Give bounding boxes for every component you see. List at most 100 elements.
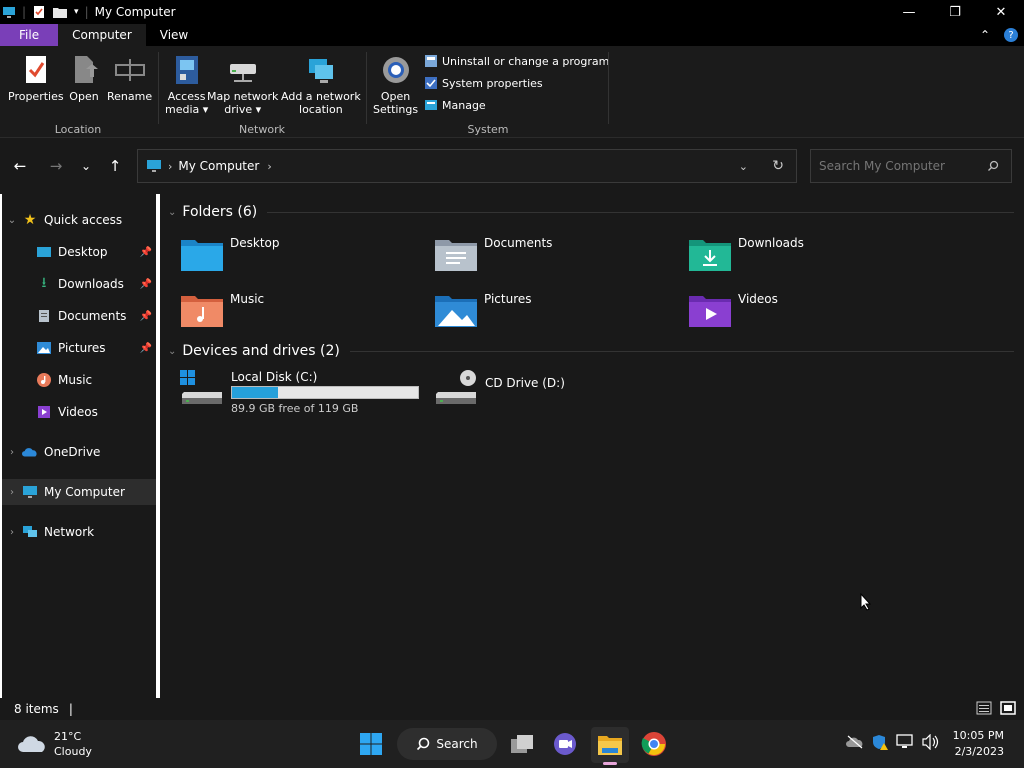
folder-videos[interactable]: Videos xyxy=(688,292,778,328)
sidebar-item-label: Music xyxy=(58,373,93,387)
expand-chevron-icon[interactable]: ⌄ xyxy=(2,215,22,226)
properties-label: Properties xyxy=(8,90,64,103)
file-explorer-taskbar-button[interactable] xyxy=(591,727,629,765)
folder-pictures[interactable]: Pictures xyxy=(434,292,532,328)
computer-icon xyxy=(3,7,15,18)
folder-documents[interactable]: Documents xyxy=(434,236,552,272)
map-network-drive-button[interactable]: Map network drive ▾ xyxy=(207,54,278,116)
forward-arrow-icon[interactable]: → xyxy=(46,156,66,176)
chrome-button[interactable] xyxy=(641,727,667,761)
search-box[interactable] xyxy=(810,149,1012,183)
network-status-icon[interactable] xyxy=(896,734,914,753)
music-folder-icon xyxy=(181,296,223,327)
minimize-button[interactable]: — xyxy=(886,0,932,24)
breadcrumb-my-computer[interactable]: My Computer xyxy=(178,159,259,173)
cloud-offline-icon[interactable] xyxy=(846,735,864,752)
add-location-label: Add a network xyxy=(281,90,361,103)
task-view-button[interactable] xyxy=(510,727,534,761)
star-icon: ★ xyxy=(23,212,37,228)
add-network-location-button[interactable]: Add a network location xyxy=(281,54,361,116)
drive-label: CD Drive (D:) xyxy=(485,376,565,390)
location-group: Properties Open Rename Location xyxy=(0,46,156,138)
pictures-icon xyxy=(36,340,52,356)
access-media-icon xyxy=(175,56,198,84)
divider xyxy=(267,211,1014,213)
details-view-icon[interactable] xyxy=(976,701,992,718)
help-icon[interactable]: ? xyxy=(1004,28,1018,42)
breadcrumb-chevron-icon[interactable]: › xyxy=(267,160,271,173)
rename-icon xyxy=(114,59,145,81)
sidebar-item-pictures[interactable]: Pictures 📌 xyxy=(2,335,156,361)
map-drive-label: Map network xyxy=(207,90,279,103)
manage-button[interactable]: Manage xyxy=(424,98,486,112)
expand-chevron-icon[interactable]: › xyxy=(2,527,22,538)
large-icons-view-icon[interactable] xyxy=(1000,701,1016,718)
drives-group-header[interactable]: ⌄ Devices and drives (2) xyxy=(168,343,1014,359)
security-warning-icon[interactable] xyxy=(872,734,888,753)
uninstall-program-button[interactable]: Uninstall or change a program xyxy=(424,54,609,68)
sidebar-item-quick-access[interactable]: ⌄ ★ Quick access xyxy=(2,207,156,233)
folder-downloads[interactable]: Downloads xyxy=(688,236,804,272)
sidebar-item-label: Videos xyxy=(58,405,98,419)
collapse-chevron-icon[interactable]: ⌄ xyxy=(168,207,176,218)
weather-widget[interactable]: 21°C Cloudy xyxy=(18,729,92,759)
documents-folder-icon xyxy=(435,240,477,271)
properties-icon xyxy=(25,56,46,83)
rename-label: Rename xyxy=(107,90,153,103)
expand-chevron-icon[interactable]: › xyxy=(2,487,22,498)
collapse-ribbon-icon[interactable]: ⌃ xyxy=(980,28,990,42)
address-bar[interactable]: › My Computer › ⌄ ↻ xyxy=(137,149,797,183)
taskbar-search-button[interactable]: Search xyxy=(397,728,497,760)
collapse-chevron-icon[interactable]: ⌄ xyxy=(168,346,176,357)
tab-file[interactable]: File xyxy=(0,24,59,46)
folders-group-header[interactable]: ⌄ Folders (6) xyxy=(168,204,1014,220)
new-folder-icon[interactable] xyxy=(52,5,68,19)
pin-icon: 📌 xyxy=(139,246,152,258)
sidebar-item-documents[interactable]: Documents 📌 xyxy=(2,303,156,329)
customize-toolbar-icon[interactable]: ▾ xyxy=(74,7,79,17)
sidebar-item-my-computer[interactable]: › My Computer xyxy=(2,479,156,505)
tab-computer[interactable]: Computer xyxy=(58,24,146,46)
navigation-pane: ⌄ ★ Quick access Desktop 📌 ⭳ Downloads 📌… xyxy=(0,194,160,698)
system-properties-button[interactable]: System properties xyxy=(424,76,543,90)
rename-button[interactable]: Rename xyxy=(107,54,152,103)
folder-label: Pictures xyxy=(484,292,532,306)
back-arrow-icon[interactable]: ← xyxy=(10,156,30,176)
sidebar-item-videos[interactable]: Videos xyxy=(2,399,156,425)
open-settings-label: Open xyxy=(380,90,411,103)
sidebar-item-network[interactable]: › Network xyxy=(2,519,156,545)
search-icon[interactable] xyxy=(987,160,999,172)
up-arrow-icon[interactable]: ↑ xyxy=(105,156,125,176)
sidebar-item-label: Desktop xyxy=(58,245,108,259)
properties-icon[interactable] xyxy=(32,5,46,19)
maximize-button[interactable]: ❐ xyxy=(932,0,978,24)
breadcrumb-chevron-icon[interactable]: › xyxy=(168,160,172,173)
sidebar-item-music[interactable]: Music xyxy=(2,367,156,393)
close-button[interactable]: ✕ xyxy=(978,0,1024,24)
open-button[interactable]: Open xyxy=(68,54,100,103)
drive-cd-d[interactable]: CD Drive (D:) xyxy=(434,370,565,406)
open-settings-button[interactable]: Open Settings xyxy=(373,54,418,116)
chat-button[interactable] xyxy=(553,727,577,761)
desktop-folder-icon xyxy=(181,240,223,271)
drive-local-disk-c[interactable]: Local Disk (C:) 89.9 GB free of 119 GB xyxy=(180,370,419,415)
videos-folder-icon xyxy=(689,296,731,327)
folder-desktop[interactable]: Desktop xyxy=(180,236,280,272)
refresh-icon[interactable]: ↻ xyxy=(772,158,784,174)
properties-button[interactable]: Properties xyxy=(8,54,64,103)
sidebar-item-downloads[interactable]: ⭳ Downloads 📌 xyxy=(2,271,156,297)
divider xyxy=(366,52,367,124)
tab-view[interactable]: View xyxy=(146,24,202,46)
sidebar-item-onedrive[interactable]: › OneDrive xyxy=(2,439,156,465)
sidebar-item-desktop[interactable]: Desktop 📌 xyxy=(2,239,156,265)
access-media-button[interactable]: Access media ▾ xyxy=(165,54,208,116)
clock[interactable]: 10:05 PM 2/3/2023 xyxy=(953,728,1004,760)
recent-locations-chevron-icon[interactable]: ⌄ xyxy=(76,156,96,176)
volume-icon[interactable] xyxy=(922,733,940,753)
search-input[interactable] xyxy=(811,159,981,173)
start-button[interactable] xyxy=(359,727,383,761)
address-history-chevron-icon[interactable]: ⌄ xyxy=(739,160,748,173)
expand-chevron-icon[interactable]: › xyxy=(2,447,22,458)
folder-music[interactable]: Music xyxy=(180,292,264,328)
divider: | xyxy=(22,5,27,19)
